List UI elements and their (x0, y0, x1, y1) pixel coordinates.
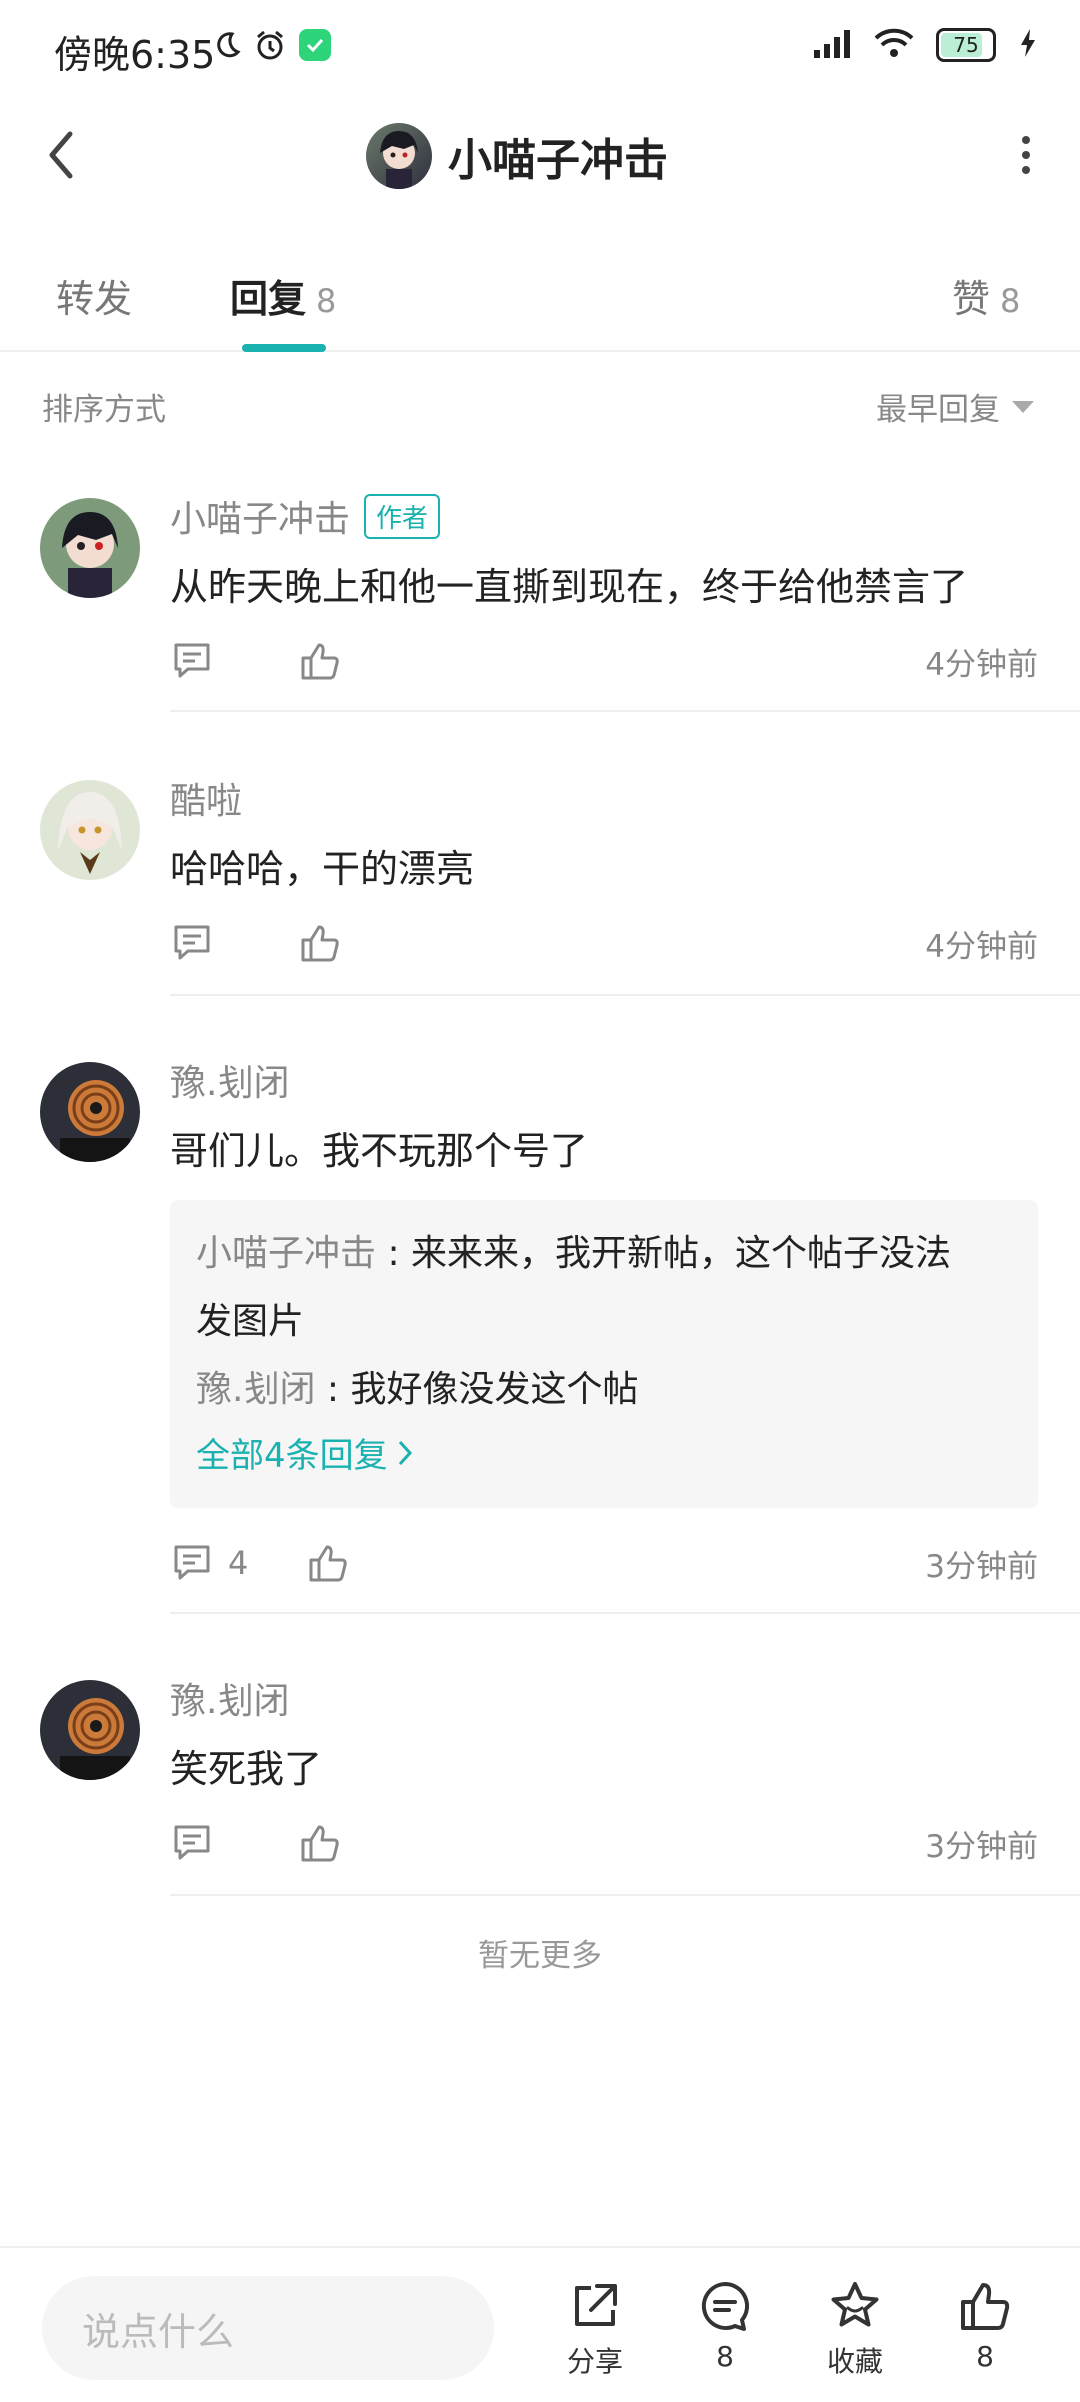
like-icon[interactable] (298, 1821, 342, 1865)
star-icon (831, 2282, 879, 2327)
divider (170, 994, 1080, 996)
comment-bubble-icon (701, 2281, 750, 2331)
comment-button[interactable]: 8 (680, 2278, 770, 2373)
sub-reply-author[interactable]: 豫.刬闭 (196, 1369, 315, 1410)
sub-reply-text: 我好像没发这个帖 (350, 1369, 639, 1410)
comment-icon[interactable] (170, 921, 214, 965)
reply-time: 3分钟前 (925, 1548, 1038, 1585)
page-title: 小喵子冲击 (448, 135, 668, 186)
comment-count: 4 (228, 1544, 249, 1582)
reply-text: 哥们儿。我不玩那个号了 (170, 1129, 589, 1173)
comment-icon[interactable] (170, 1821, 214, 1865)
share-icon (575, 2284, 617, 2326)
avatar[interactable] (40, 1680, 140, 1780)
sub-reply: 小喵子冲击 : 来来来，我开新帖，这个帖子没法 (196, 1220, 1012, 1288)
tab-count: 8 (316, 282, 337, 320)
status-time: 傍晚6:35 (54, 33, 216, 77)
moon-icon (212, 30, 242, 64)
avatar[interactable] (366, 123, 432, 189)
tab-label: 回复 (230, 277, 307, 321)
reply-time: 4分钟前 (925, 928, 1038, 965)
caret-down-icon (1012, 400, 1034, 413)
share-button[interactable]: 分享 (550, 2278, 640, 2380)
comment-icon[interactable] (170, 639, 214, 683)
divider (170, 710, 1080, 712)
sub-reply-continued: 发图片 (196, 1301, 305, 1342)
more-vertical-icon (1022, 136, 1030, 174)
like-icon[interactable] (298, 639, 342, 683)
like-icon[interactable] (306, 1541, 350, 1585)
tab-count: 8 (1000, 282, 1021, 320)
wifi-icon (874, 28, 914, 62)
favorite-label: 收藏 (826, 2345, 883, 2378)
charging-icon (1018, 28, 1038, 62)
reply-time: 3分钟前 (925, 1828, 1038, 1865)
sub-reply-separator: : (315, 1369, 351, 1410)
bottom-bar: 说点什么 分享 8 收藏 8 (0, 2246, 1080, 2402)
chevron-left-icon (49, 131, 73, 179)
avatar[interactable] (40, 498, 140, 598)
like-button[interactable]: 8 (940, 2278, 1030, 2373)
view-all-replies-link[interactable]: 全部4条回复 (196, 1428, 1012, 1477)
share-label: 分享 (566, 2345, 623, 2378)
divider (170, 1612, 1080, 1614)
sub-reply-separator: : (376, 1233, 412, 1274)
reply-text: 从昨天晚上和他一直撕到现在，终于给他禁言了 (170, 565, 969, 609)
signal-icon (812, 28, 852, 62)
alarm-icon (254, 29, 286, 65)
comment-icon[interactable] (170, 1541, 214, 1585)
view-all-replies-label: 全部4条回复 (196, 1436, 388, 1476)
tab-repost[interactable]: 转发 (56, 268, 132, 323)
avatar[interactable] (40, 1062, 140, 1162)
tab-label: 赞 (952, 277, 991, 321)
reply-author[interactable]: 豫.刬闭 (170, 1672, 289, 1724)
app-notification-icon (298, 28, 332, 66)
thumbs-up-icon (961, 2283, 1010, 2330)
sub-reply: 豫.刬闭 : 我好像没发这个帖 (196, 1356, 1012, 1424)
avatar[interactable] (40, 780, 140, 880)
tab-replies[interactable]: 回复 8 (230, 268, 336, 323)
chevron-right-icon (398, 1440, 412, 1465)
reply-time: 4分钟前 (925, 646, 1038, 683)
comment-input[interactable]: 说点什么 (42, 2276, 494, 2380)
comment-count: 8 (716, 2340, 734, 2373)
comment-input-placeholder: 说点什么 (82, 2309, 235, 2354)
more-button[interactable] (1016, 130, 1036, 180)
sort-label: 排序方式 (42, 392, 166, 428)
reply-author[interactable]: 小喵子冲击 (170, 490, 350, 542)
sort-dropdown[interactable]: 最早回复 (876, 384, 1034, 429)
sort-value: 最早回复 (876, 392, 1000, 428)
no-more-text: 暂无更多 (478, 1938, 602, 1974)
like-count: 8 (976, 2340, 994, 2373)
reply-text: 哈哈哈，干的漂亮 (170, 847, 475, 891)
reply-text: 笑死我了 (170, 1747, 323, 1791)
author-badge: 作者 (364, 493, 441, 539)
tab-label: 转发 (56, 277, 133, 321)
sub-reply-author[interactable]: 小喵子冲击 (196, 1233, 376, 1274)
tab-likes[interactable]: 赞8 (952, 268, 1020, 323)
tab-indicator (242, 344, 326, 352)
sub-replies-box[interactable]: 小喵子冲击 : 来来来，我开新帖，这个帖子没法 发图片 豫.刬闭 : 我好像没发… (170, 1200, 1038, 1508)
divider (170, 1894, 1080, 1896)
favorite-button[interactable]: 收藏 (810, 2278, 900, 2380)
back-button[interactable] (36, 120, 96, 190)
header: 小喵子冲击 (366, 120, 668, 192)
reply-author[interactable]: 豫.刬闭 (170, 1054, 289, 1106)
like-icon[interactable] (298, 921, 342, 965)
battery-level: 75 (953, 33, 979, 57)
reply-author[interactable]: 酷啦 (170, 772, 242, 824)
tab-bar: 转发 回复 8 赞8 (0, 240, 1080, 352)
battery-icon: 75 (936, 28, 996, 62)
sub-reply-text: 来来来，我开新帖，这个帖子没法 (411, 1233, 952, 1274)
status-bar: 傍晚6:35 75 (0, 0, 1080, 100)
